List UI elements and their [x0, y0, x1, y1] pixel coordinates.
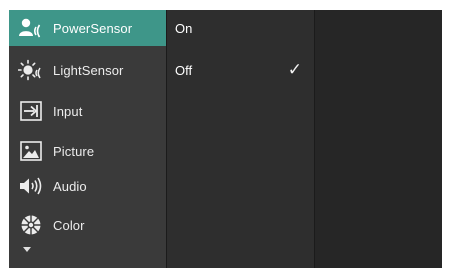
color-icon: [9, 207, 53, 243]
menu-item-audio[interactable]: Audio: [9, 168, 166, 204]
menu-label-picture: Picture: [53, 143, 95, 159]
power-sensor-icon: [9, 10, 53, 46]
main-menu: PowerSensor LightSensor Input Picture Au…: [9, 10, 166, 268]
menu-label-powersensor: PowerSensor: [53, 20, 133, 36]
audio-icon: [9, 168, 53, 204]
option-on-label: On: [175, 20, 193, 36]
light-sensor-icon: [9, 52, 53, 88]
menu-item-lightsensor[interactable]: LightSensor: [9, 52, 166, 88]
option-off-label: Off: [175, 62, 193, 78]
menu-item-powersensor[interactable]: PowerSensor: [9, 10, 166, 46]
picture-icon: [9, 133, 53, 169]
scroll-down-icon[interactable]: [23, 247, 31, 252]
menu-item-picture[interactable]: Picture: [9, 133, 166, 169]
option-off[interactable]: Off ✓: [167, 52, 314, 88]
menu-item-color[interactable]: Color: [9, 207, 166, 243]
option-on[interactable]: On: [167, 10, 314, 46]
menu-label-lightsensor: LightSensor: [53, 62, 124, 78]
sub-menu: On Off ✓: [166, 10, 314, 268]
menu-label-input: Input: [53, 103, 83, 119]
menu-item-input[interactable]: Input: [9, 93, 166, 129]
input-icon: [9, 93, 53, 129]
menu-label-audio: Audio: [53, 178, 87, 194]
menu-label-color: Color: [53, 217, 85, 233]
detail-panel: [314, 10, 442, 268]
checkmark-icon: ✓: [287, 60, 302, 80]
osd-menu: PowerSensor LightSensor Input Picture Au…: [9, 10, 442, 268]
